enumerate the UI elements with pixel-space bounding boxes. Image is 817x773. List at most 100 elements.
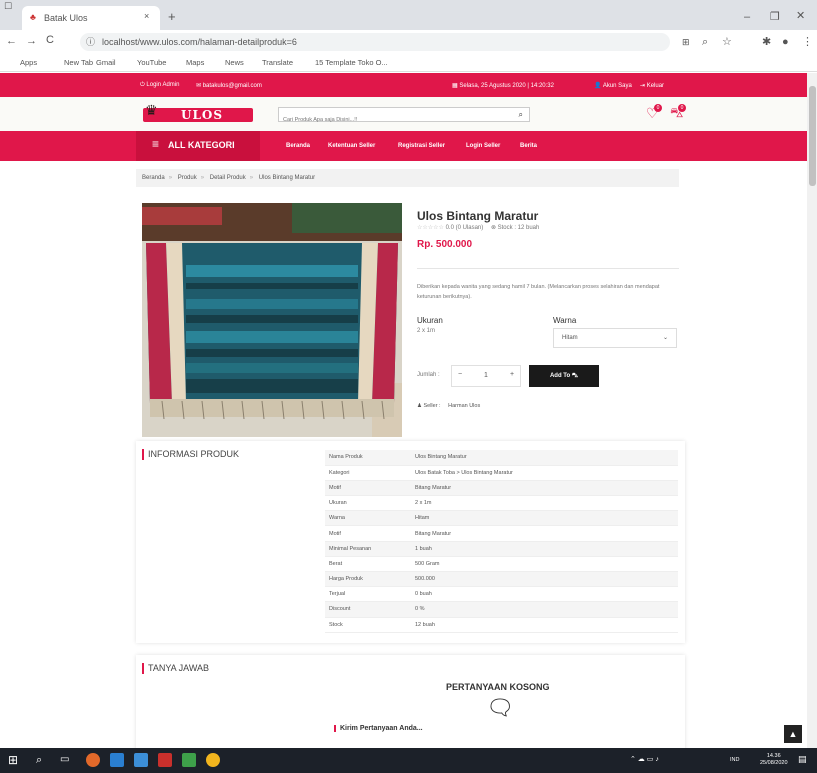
maximize-icon[interactable]: ❐ (770, 12, 780, 23)
taskbar-search-icon[interactable]: ⌕ (36, 753, 50, 767)
login-admin-link[interactable]: ⏻ Login Admin (140, 82, 179, 89)
reload-icon[interactable]: C (46, 35, 54, 46)
bookmark-maps[interactable]: Maps (186, 58, 204, 67)
table-row: Terjual 0 buah (325, 586, 678, 603)
bookmark-translate[interactable]: Translate (262, 58, 293, 67)
quantity-value[interactable]: 1 (484, 372, 488, 379)
user-icon: 👤 (594, 83, 603, 89)
table-row: Harga Produk 500.000 (325, 571, 678, 588)
zoom-icon[interactable]: ⌕ (702, 37, 708, 48)
add-to-cart-button[interactable]: Add To ⛍ (529, 365, 599, 387)
bookmark-apps[interactable]: Apps (20, 58, 37, 67)
ask-question-link[interactable]: Kirim Pertanyaan Anda... (334, 725, 423, 732)
bookmark-news[interactable]: News (225, 58, 244, 67)
table-cell-key: Nama Produk (325, 450, 411, 466)
search-input[interactable] (279, 113, 509, 127)
table-cell-key: Berat (325, 556, 411, 573)
taskbar-app-5-icon[interactable] (182, 753, 196, 767)
table-cell-key: Minimal Pesanan (325, 541, 411, 557)
review-count[interactable]: (0 Ulasan) (456, 225, 484, 231)
task-view-icon[interactable]: ▭ (60, 753, 74, 767)
bookmark-template[interactable]: 15 Template Toko O... (315, 58, 388, 67)
tab-close-icon[interactable]: × (144, 11, 149, 21)
nav-item-berita[interactable]: Berita (520, 143, 537, 149)
back-icon[interactable]: ← (6, 36, 17, 47)
breadcrumb-separator: » (200, 175, 205, 181)
datetime-text: ▦ Selasa, 25 Agustus 2020 | 14:20:32 (452, 83, 554, 89)
taskbar-chrome-icon[interactable] (206, 753, 220, 767)
taskbar-app-2-icon[interactable] (110, 753, 124, 767)
close-window-icon[interactable]: ✕ (796, 11, 805, 22)
quantity-label: Jumlah : (417, 372, 440, 378)
color-select[interactable]: Hitam ⌄ (553, 328, 677, 348)
table-row: Berat 500 Gram (325, 556, 678, 573)
stock-icon: ⊗ (490, 225, 496, 231)
table-row: Motif Bitang Maratur (325, 525, 678, 542)
product-price: Rp. 500.000 (417, 239, 473, 250)
taskbar-app-1-icon[interactable] (86, 753, 100, 767)
table-cell-value: 500.000 (411, 571, 678, 588)
taskbar-app-3-icon[interactable] (134, 753, 148, 767)
table-row: Stock 12 buah (325, 617, 678, 633)
color-select-value: Hitam (562, 335, 578, 341)
bookmark-youtube[interactable]: YouTube (137, 58, 166, 67)
chat-bubble-icon: 🗨 (486, 695, 514, 720)
table-cell-value: Ulos Bintang Maratur (411, 450, 678, 466)
hamburger-icon: ≡ (152, 137, 160, 151)
bookmark-gmail[interactable]: Gmail (96, 58, 116, 67)
logout-link[interactable]: ⇥ Keluar (640, 82, 664, 89)
site-logo[interactable]: ♛ ULOS (143, 102, 259, 126)
language-indicator[interactable]: IND (730, 757, 739, 763)
qa-empty-text: PERTANYAAN KOSONG (446, 682, 550, 692)
system-tray-icons[interactable]: ⌃ ☁ ▭ ♪ (630, 755, 659, 763)
seller-label: Seller : (423, 403, 441, 409)
table-cell-value: Hitam (411, 510, 678, 527)
profile-icon[interactable]: ● (782, 37, 789, 48)
nav-item-ketentuan-seller[interactable]: Ketentuan Seller (328, 143, 375, 149)
quantity-increase-button[interactable]: + (510, 371, 514, 378)
taskbar-clock[interactable]: 14.36 25/08/2020 (760, 753, 788, 767)
breadcrumb-detail-produk[interactable]: Detail Produk (210, 175, 246, 181)
nav-item-login-seller[interactable]: Login Seller (466, 143, 500, 149)
account-link[interactable]: 👤 Akun Saya (594, 82, 632, 89)
clock-date: 25/08/2020 (760, 760, 788, 766)
seller-name[interactable]: Harman Ulos (448, 403, 480, 409)
email-text: ✉ batakulos@gmail.com (196, 83, 262, 89)
browser-tab[interactable]: ♣ Batak Ulos × (22, 6, 160, 30)
url-field[interactable]: ⓘ localhost/www.ulos.com/halaman-detailp… (80, 33, 670, 51)
seller-info: ♟ Seller : Harman Ulos (417, 403, 480, 409)
table-cell-key: Stock (325, 617, 411, 633)
taskbar-app-4-icon[interactable] (158, 753, 172, 767)
translate-icon[interactable]: ⊞ (682, 38, 690, 47)
breadcrumb-produk[interactable]: Produk (178, 175, 197, 181)
notification-icon[interactable]: ▤ (798, 754, 807, 765)
bookmark-star-icon[interactable]: ☆ (722, 37, 732, 48)
stock-text: Stock : 12 buah (497, 225, 540, 231)
breadcrumb-beranda[interactable]: Beranda (142, 175, 165, 181)
table-cell-key: Warna (325, 510, 411, 527)
breadcrumb-separator: » (168, 175, 173, 181)
color-label: Warna (553, 316, 577, 325)
nav-item-beranda[interactable]: Beranda (286, 143, 310, 149)
windows-start-icon[interactable]: ⊞ (8, 753, 22, 767)
quantity-decrease-button[interactable]: − (458, 371, 462, 378)
window-menu-icon[interactable]: ☐ (4, 2, 12, 11)
info-icon: ⓘ (86, 37, 96, 47)
minimize-icon[interactable]: – (744, 12, 750, 23)
scroll-to-top-button[interactable]: ▲ (784, 725, 802, 743)
nav-item-registrasi-seller[interactable]: Registrasi Seller (398, 143, 445, 149)
menu-dots-icon[interactable]: ⋮ (802, 37, 813, 48)
page-scrollbar-thumb[interactable] (809, 86, 816, 186)
clock-time: 14.36 (766, 753, 781, 759)
extension-icon[interactable]: ✱ (762, 37, 771, 48)
qa-card (136, 655, 685, 748)
table-cell-value: 12 buah (411, 617, 678, 633)
bookmark-new-tab[interactable]: New Tab (64, 58, 93, 67)
search-icon[interactable]: ⌕ (519, 108, 523, 121)
table-cell-key: Motif (325, 480, 411, 497)
table-row: Motif Bitang Maratur (325, 480, 678, 497)
cart-icon: ⛍ (571, 373, 579, 379)
new-tab-button[interactable]: + (168, 10, 176, 23)
forward-icon[interactable]: → (26, 36, 37, 47)
all-categories-button[interactable]: ≡ ALL KATEGORI (136, 131, 260, 161)
